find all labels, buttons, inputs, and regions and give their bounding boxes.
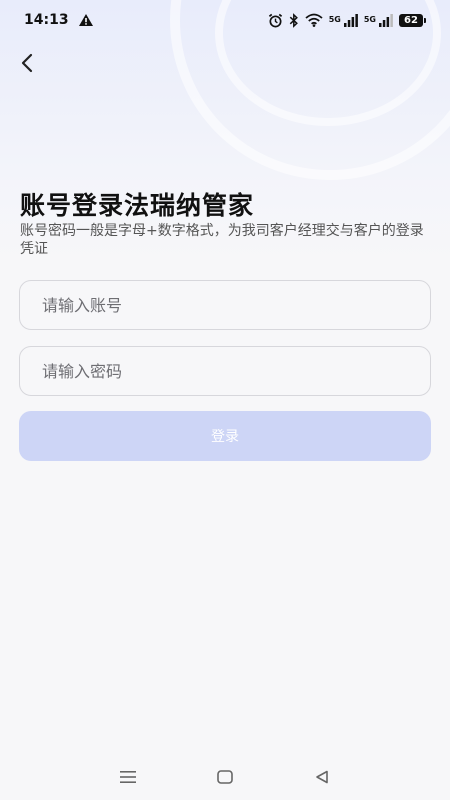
battery-level: 62 xyxy=(399,13,423,27)
home-button[interactable] xyxy=(205,762,245,792)
menu-button[interactable] xyxy=(108,762,148,792)
home-icon xyxy=(217,770,233,784)
signal-type-label: 5G xyxy=(328,14,341,24)
back-triangle-icon xyxy=(315,770,328,784)
menu-icon xyxy=(120,771,137,783)
account-input[interactable] xyxy=(40,294,410,316)
login-button[interactable]: 登录 xyxy=(19,411,431,461)
wifi-icon xyxy=(305,13,323,27)
warning-icon xyxy=(78,14,93,26)
battery-icon: 62 xyxy=(399,13,426,27)
back-nav-button[interactable] xyxy=(302,762,342,792)
chevron-left-icon xyxy=(21,53,33,73)
alarm-icon xyxy=(268,13,283,28)
battery-tip xyxy=(424,17,426,23)
bluetooth-icon xyxy=(289,12,299,28)
password-input[interactable] xyxy=(40,360,410,382)
back-button[interactable] xyxy=(12,48,42,78)
signal-type-label: 5G xyxy=(363,14,376,24)
account-field[interactable] xyxy=(19,280,431,330)
status-bar: 14:13 5G 5G 62 xyxy=(0,0,450,40)
signal-icon xyxy=(379,13,393,27)
screen: 14:13 5G 5G 62 账号登录法瑞纳管家 账号密码一般是字母+数字格式，… xyxy=(0,0,450,800)
signal-icon xyxy=(343,13,358,27)
status-time: 14:13 xyxy=(24,12,69,28)
page-title: 账号登录法瑞纳管家 xyxy=(20,191,255,220)
page-subtitle: 账号密码一般是字母+数字格式，为我司客户经理交与客户的登录凭证 xyxy=(20,223,424,257)
password-field[interactable] xyxy=(19,346,431,396)
system-nav-bar xyxy=(0,754,450,800)
